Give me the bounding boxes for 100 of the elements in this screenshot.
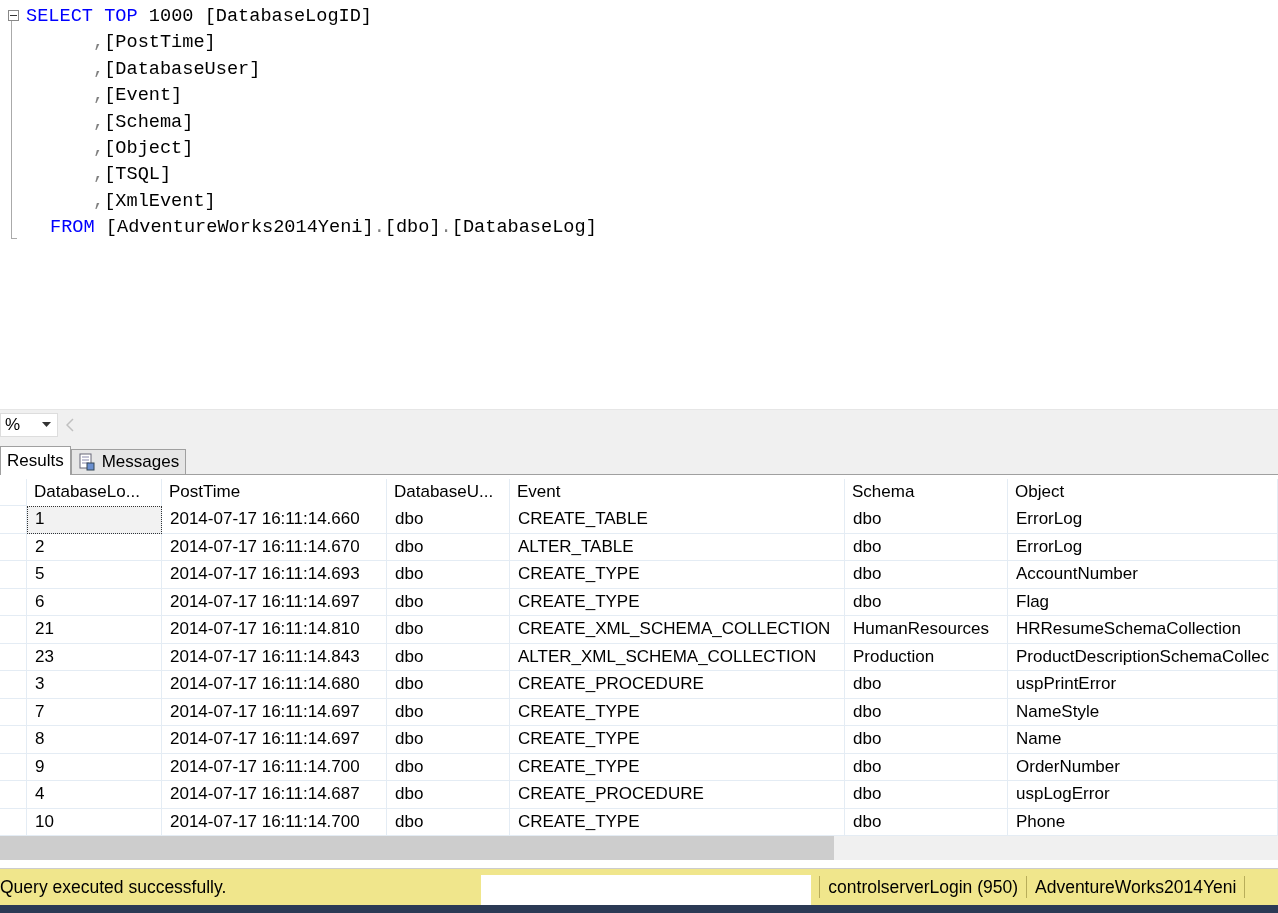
table-cell[interactable]: dbo: [387, 726, 510, 754]
table-cell[interactable]: dbo: [387, 533, 510, 561]
table-cell[interactable]: dbo: [387, 506, 510, 534]
table-cell[interactable]: ErrorLog: [1008, 506, 1278, 534]
row-header[interactable]: [0, 643, 27, 671]
table-cell[interactable]: Name: [1008, 726, 1278, 754]
table-cell[interactable]: 21: [27, 616, 162, 644]
table-cell[interactable]: HumanResources: [845, 616, 1008, 644]
sql-identifier: [dbo]: [384, 216, 441, 241]
table-cell[interactable]: dbo: [845, 533, 1008, 561]
row-header[interactable]: [0, 753, 27, 781]
table-cell[interactable]: Production: [845, 643, 1008, 671]
row-header[interactable]: [0, 808, 27, 836]
table-cell[interactable]: AccountNumber: [1008, 561, 1278, 589]
sql-punctuation: ,: [93, 137, 105, 162]
chevron-left-icon[interactable]: [66, 417, 74, 432]
table-cell[interactable]: 4: [27, 781, 162, 809]
table-cell[interactable]: 2014-07-17 16:11:14.697: [162, 698, 387, 726]
table-cell[interactable]: 6: [27, 588, 162, 616]
sql-identifier: [Object]: [104, 137, 194, 162]
table-cell[interactable]: dbo: [387, 588, 510, 616]
table-cell[interactable]: dbo: [387, 561, 510, 589]
row-header[interactable]: [0, 561, 27, 589]
table-cell[interactable]: CREATE_XML_SCHEMA_COLLECTION: [510, 616, 845, 644]
table-cell[interactable]: dbo: [845, 753, 1008, 781]
row-header[interactable]: [0, 616, 27, 644]
table-cell[interactable]: OrderNumber: [1008, 753, 1278, 781]
horizontal-scrollbar[interactable]: [0, 836, 1278, 860]
table-cell[interactable]: CREATE_TYPE: [510, 698, 845, 726]
sql-identifier: [PostTime]: [104, 31, 216, 56]
table-cell[interactable]: ALTER_TABLE: [510, 533, 845, 561]
sql-identifier: [DatabaseLogID]: [204, 5, 372, 29]
table-cell[interactable]: CREATE_TYPE: [510, 753, 845, 781]
row-header[interactable]: [0, 533, 27, 561]
table-cell[interactable]: 2: [27, 533, 162, 561]
table-cell[interactable]: 2014-07-17 16:11:14.670: [162, 533, 387, 561]
table-cell[interactable]: dbo: [845, 561, 1008, 589]
table-cell[interactable]: NameStyle: [1008, 698, 1278, 726]
table-cell[interactable]: uspLogError: [1008, 781, 1278, 809]
table-cell[interactable]: dbo: [387, 781, 510, 809]
table-cell[interactable]: 8: [27, 726, 162, 754]
sql-identifier: [TSQL]: [104, 163, 172, 188]
table-cell[interactable]: dbo: [845, 671, 1008, 699]
table-cell[interactable]: dbo: [845, 726, 1008, 754]
table-cell[interactable]: HRResumeSchemaCollection: [1008, 616, 1278, 644]
table-cell[interactable]: 2014-07-17 16:11:14.810: [162, 616, 387, 644]
status-message: Query executed successfully.: [0, 876, 227, 898]
row-header[interactable]: [0, 726, 27, 754]
row-header[interactable]: [0, 588, 27, 616]
table-cell[interactable]: ALTER_XML_SCHEMA_COLLECTION: [510, 643, 845, 671]
row-header[interactable]: [0, 781, 27, 809]
table-cell[interactable]: CREATE_TABLE: [510, 506, 845, 534]
table-cell[interactable]: 2014-07-17 16:11:14.680: [162, 671, 387, 699]
sql-punctuation: ,: [93, 57, 105, 82]
table-cell[interactable]: dbo: [845, 698, 1008, 726]
table-cell[interactable]: 5: [27, 561, 162, 589]
sql-identifier: [XmlEvent]: [104, 189, 216, 214]
table-cell[interactable]: 2014-07-17 16:11:14.697: [162, 588, 387, 616]
table-cell[interactable]: dbo: [387, 698, 510, 726]
table-cell[interactable]: dbo: [845, 588, 1008, 616]
table-cell[interactable]: dbo: [387, 616, 510, 644]
caret-icon: [42, 422, 51, 428]
table-cell[interactable]: 7: [27, 698, 162, 726]
result-tab[interactable]: Results: [0, 445, 71, 475]
table-cell[interactable]: 2014-07-17 16:11:14.687: [162, 781, 387, 809]
table-cell[interactable]: dbo: [845, 781, 1008, 809]
table-cell[interactable]: 23: [27, 643, 162, 671]
table-cell[interactable]: 2014-07-17 16:11:14.843: [162, 643, 387, 671]
table-cell[interactable]: 1: [27, 506, 162, 534]
table-cell[interactable]: dbo: [387, 671, 510, 699]
table-cell[interactable]: 3: [27, 671, 162, 699]
table-cell[interactable]: uspPrintError: [1008, 671, 1278, 699]
table-cell[interactable]: 9: [27, 753, 162, 781]
table-cell[interactable]: CREATE_TYPE: [510, 561, 845, 589]
table-cell[interactable]: dbo: [387, 753, 510, 781]
table-cell[interactable]: Flag: [1008, 588, 1278, 616]
sql-punctuation: ,: [93, 84, 105, 109]
table-cell[interactable]: CREATE_PROCEDURE: [510, 781, 845, 809]
table-cell[interactable]: CREATE_TYPE: [510, 588, 845, 616]
result-tab[interactable]: Messages: [70, 448, 187, 474]
sql-identifier: [Event]: [104, 84, 183, 109]
zoom-dropdown[interactable]: %: [0, 412, 58, 437]
row-header[interactable]: [0, 506, 27, 534]
collapse-icon[interactable]: [7, 10, 19, 21]
scrollbar-thumb[interactable]: [0, 836, 834, 860]
row-header[interactable]: [0, 671, 27, 699]
table-cell[interactable]: dbo: [387, 643, 510, 671]
table-cell[interactable]: 2014-07-17 16:11:14.693: [162, 561, 387, 589]
table-cell[interactable]: ErrorLog: [1008, 533, 1278, 561]
login-label: controlserverLogin (950): [828, 876, 1018, 898]
row-header[interactable]: [0, 698, 27, 726]
table-cell[interactable]: CREATE_PROCEDURE: [510, 671, 845, 699]
table-cell[interactable]: CREATE_TYPE: [510, 726, 845, 754]
table-cell[interactable]: dbo: [845, 506, 1008, 534]
table-cell[interactable]: 2014-07-17 16:11:14.697: [162, 726, 387, 754]
sql-punctuation: ,: [93, 110, 105, 135]
table-cell[interactable]: ProductDescriptionSchemaCollec: [1008, 643, 1278, 671]
sql-identifier: 1000: [148, 5, 194, 29]
table-cell[interactable]: 2014-07-17 16:11:14.700: [162, 753, 387, 781]
table-cell[interactable]: 2014-07-17 16:11:14.660: [162, 506, 387, 534]
